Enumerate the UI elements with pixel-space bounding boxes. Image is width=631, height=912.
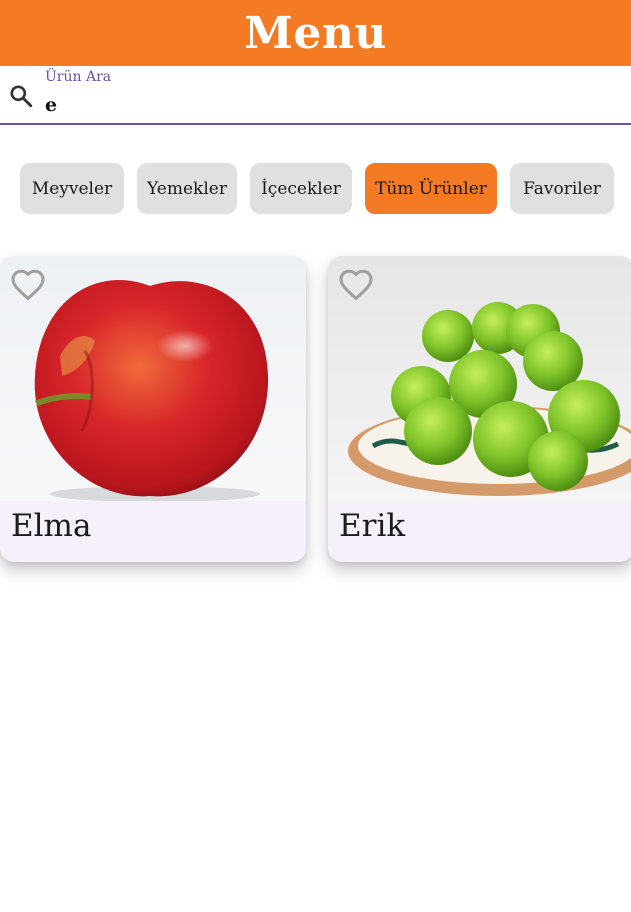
- chip-yemekler[interactable]: Yemekler: [137, 163, 237, 214]
- app-bar: Menu: [0, 0, 631, 66]
- chip-icecekler[interactable]: İçecekler: [250, 163, 352, 214]
- product-card[interactable]: Elma: [0, 256, 306, 562]
- search-field[interactable]: Ürün Ara e: [0, 66, 631, 125]
- search-icon: [10, 85, 33, 108]
- page-title: Menu: [244, 7, 387, 59]
- chip-meyveler[interactable]: Meyveler: [20, 163, 124, 214]
- heart-icon[interactable]: [338, 268, 374, 302]
- product-name: Elma: [11, 508, 92, 544]
- heart-icon[interactable]: [10, 268, 46, 302]
- search-input[interactable]: e: [45, 94, 57, 116]
- chip-tum-urunler[interactable]: Tüm Ürünler: [365, 163, 497, 214]
- category-chips: Meyveler Yemekler İçecekler Tüm Ürünler …: [0, 163, 631, 214]
- search-label: Ürün Ara: [45, 69, 112, 85]
- product-card[interactable]: Erik: [328, 256, 631, 562]
- product-name: Erik: [339, 508, 406, 544]
- chip-favoriler[interactable]: Favoriler: [510, 163, 614, 214]
